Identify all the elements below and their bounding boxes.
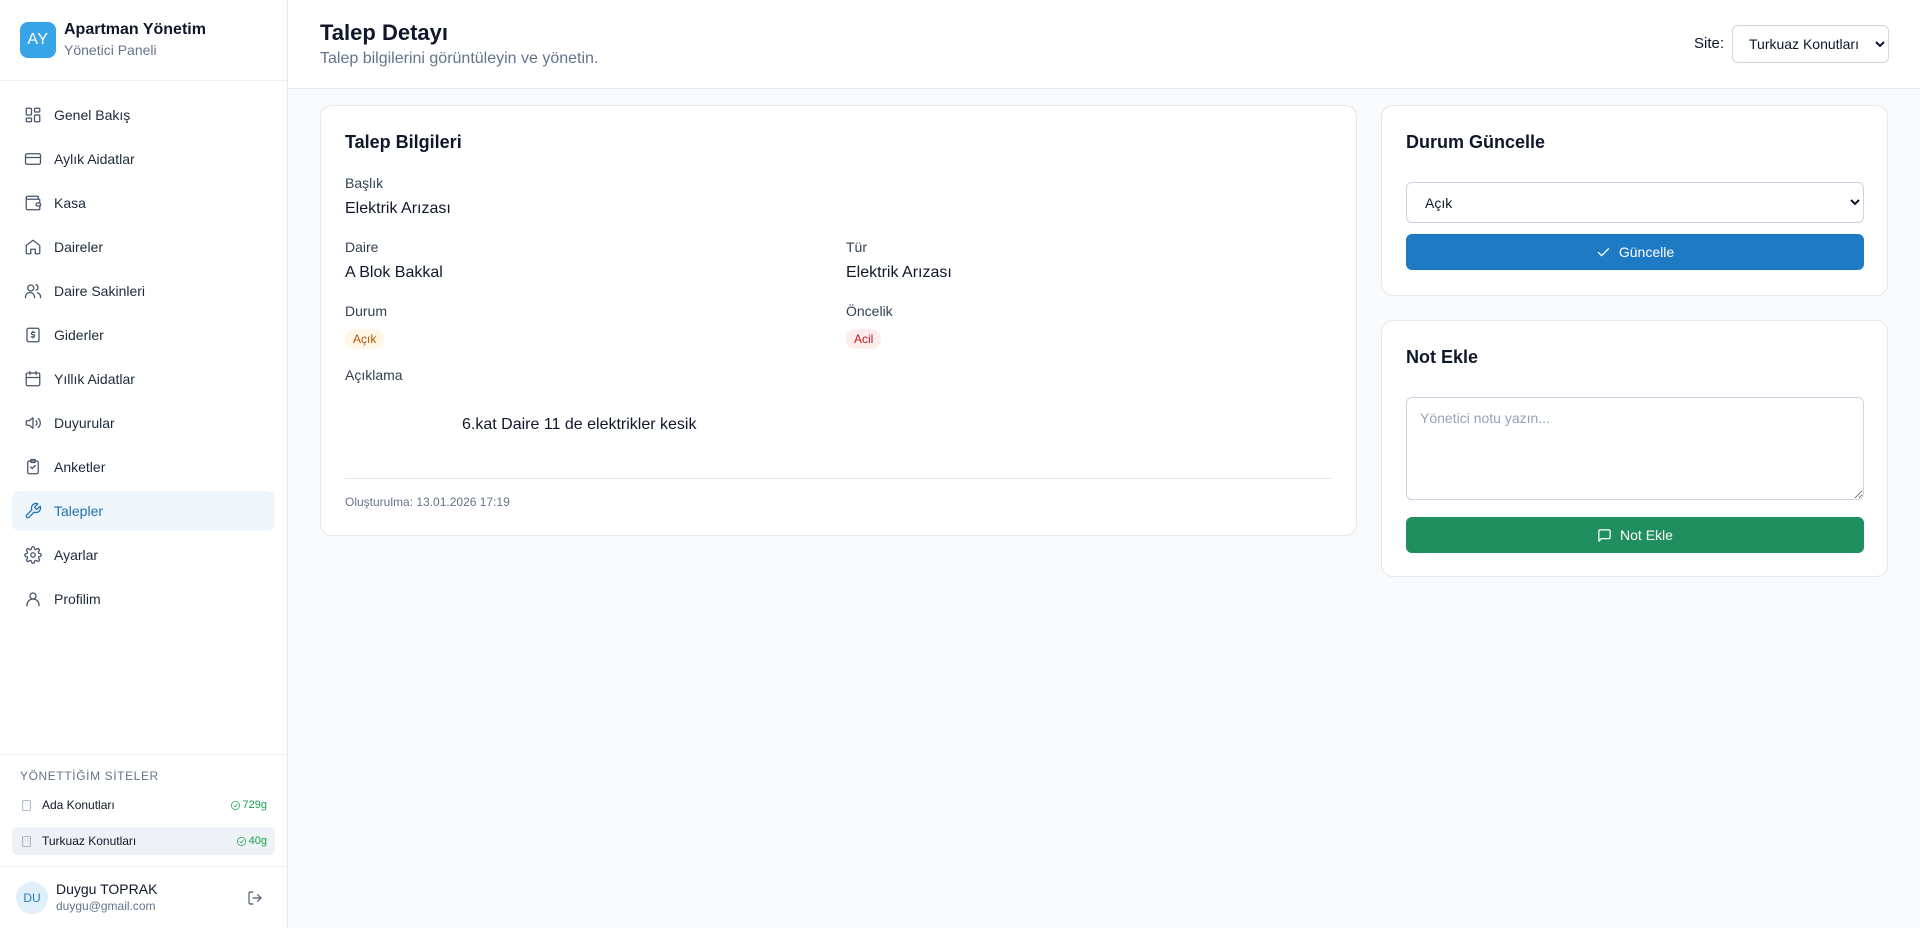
- site-badge: 40g: [236, 835, 267, 847]
- update-button[interactable]: Güncelle: [1406, 234, 1864, 270]
- sidebar-item-label: Anketler: [54, 459, 106, 475]
- sidebar-nav: Genel Bakış Aylık Aidatlar Kasa Daireler…: [12, 95, 275, 623]
- sidebar-item-giderler[interactable]: Giderler: [12, 315, 275, 355]
- field-label-tur: Tür: [846, 239, 867, 255]
- page-header: Talep Detayı Talep bilgilerini görüntüle…: [288, 0, 1920, 89]
- brand-subtitle: Yönetici Paneli: [64, 42, 157, 58]
- sidebar-item-talepler[interactable]: Talepler: [12, 491, 275, 531]
- site-badge-text: 729g: [242, 799, 267, 811]
- add-note-button[interactable]: Not Ekle: [1406, 517, 1864, 553]
- users-icon: [24, 283, 42, 299]
- user-email: duygu@gmail.com: [56, 899, 156, 913]
- check-circle-icon: [230, 800, 240, 810]
- card-title: Talep Bilgileri: [345, 132, 462, 152]
- managed-sites-heading: YÖNETTİĞİM SİTELER: [20, 769, 159, 783]
- user-name: Duygu TOPRAK: [56, 881, 158, 897]
- field-label-daire: Daire: [345, 239, 379, 255]
- card-title: Durum Güncelle: [1406, 132, 1546, 152]
- sidebar-item-yillik-aidatlar[interactable]: Yıllık Aidatlar: [12, 359, 275, 399]
- field-value-aciklama: 6.kat Daire 11 de elektrikler kesik: [462, 416, 697, 433]
- brand: AY Apartman Yönetim Yönetici Paneli: [0, 0, 287, 81]
- status-select[interactable]: Açık: [1406, 182, 1864, 223]
- site-selector-label: Site:: [1694, 35, 1725, 52]
- sidebar-item-label: Aylık Aidatlar: [54, 151, 135, 167]
- brand-text: Apartman Yönetim Yönetici Paneli: [64, 20, 206, 60]
- divider: [345, 478, 1332, 479]
- building-icon: [22, 835, 31, 847]
- sidebar-item-ayarlar[interactable]: Ayarlar: [12, 535, 275, 575]
- credit-card-icon: [24, 153, 42, 165]
- sidebar-item-anketler[interactable]: Anketler: [12, 447, 275, 487]
- site-item-turkuaz[interactable]: Turkuaz Konutları 40g: [12, 827, 275, 855]
- sidebar-item-label: Kasa: [54, 195, 86, 211]
- dashboard-icon: [25, 107, 41, 123]
- user-info: Duygu TOPRAK duygu@gmail.com: [56, 881, 241, 914]
- sidebar-item-label: Giderler: [54, 327, 104, 343]
- created-timestamp: Oluşturulma: 13.01.2026 17:19: [345, 495, 510, 509]
- check-icon: [1597, 247, 1609, 256]
- sidebar-item-daire-sakinleri[interactable]: Daire Sakinleri: [12, 271, 275, 311]
- site-badge-text: 40g: [248, 835, 267, 847]
- sidebar-item-kasa[interactable]: Kasa: [12, 183, 275, 223]
- site-item-ada[interactable]: Ada Konutları 729g: [12, 791, 275, 819]
- field-value-daire: A Blok Bakkal: [345, 264, 443, 281]
- building-icon: [22, 799, 31, 811]
- site-selector[interactable]: Turkuaz Konutları: [1732, 25, 1889, 63]
- gear-icon: [24, 546, 42, 564]
- request-info-card: Talep Bilgileri Başlık Elektrik Arızası …: [320, 105, 1357, 536]
- home-icon: [25, 239, 41, 255]
- status-update-card: Durum Güncelle Açık Güncelle: [1381, 105, 1888, 296]
- field-label-durum: Durum: [345, 303, 388, 319]
- wrench-icon: [25, 502, 42, 519]
- add-note-button-label: Not Ekle: [1620, 527, 1673, 543]
- sidebar-item-aylik-aidatlar[interactable]: Aylık Aidatlar: [12, 139, 275, 179]
- user-panel: DU Duygu TOPRAK duygu@gmail.com: [0, 866, 287, 928]
- sidebar-item-label: Daireler: [54, 239, 104, 255]
- sidebar-item-label: Profilim: [54, 591, 101, 607]
- logout-icon: [248, 890, 262, 905]
- sidebar-item-label: Genel Bakış: [54, 107, 131, 123]
- field-label-oncelik: Öncelik: [846, 303, 893, 319]
- calendar-icon: [25, 370, 41, 387]
- field-label-baslik: Başlık: [345, 175, 384, 191]
- status-badge: Açık: [345, 329, 385, 349]
- logout-button[interactable]: [241, 884, 269, 912]
- sidebar-item-label: Ayarlar: [54, 547, 99, 563]
- sidebar-item-label: Daire Sakinleri: [54, 283, 146, 299]
- clipboard-icon: [27, 458, 39, 475]
- receipt-icon: [26, 327, 40, 343]
- page-subtitle: Talep bilgilerini görüntüleyin ve yöneti…: [320, 50, 599, 67]
- check-circle-icon: [236, 836, 246, 846]
- card-title: Not Ekle: [1406, 347, 1479, 367]
- field-value-baslik: Elektrik Arızası: [345, 200, 451, 217]
- brand-logo: AY: [20, 22, 56, 58]
- add-note-card: Not Ekle Not Ekle: [1381, 320, 1888, 577]
- update-button-label: Güncelle: [1618, 244, 1675, 260]
- note-textarea[interactable]: [1406, 397, 1864, 500]
- sidebar-item-label: Yıllık Aidatlar: [54, 371, 135, 387]
- field-value-tur: Elektrik Arızası: [846, 264, 952, 281]
- site-badge: 729g: [230, 799, 267, 811]
- sidebar-item-label: Duyurular: [54, 415, 115, 431]
- megaphone-icon: [25, 417, 41, 429]
- sidebar-item-daireler[interactable]: Daireler: [12, 227, 275, 267]
- sidebar-item-profilim[interactable]: Profilim: [12, 579, 275, 619]
- site-name: Ada Konutları: [42, 798, 115, 812]
- field-label-aciklama: Açıklama: [345, 367, 403, 383]
- sidebar-item-duyurular[interactable]: Duyurular: [12, 403, 275, 443]
- message-icon: [1598, 528, 1611, 542]
- wallet-icon: [25, 195, 42, 211]
- sidebar-item-genel-bakis[interactable]: Genel Bakış: [12, 95, 275, 135]
- sidebar-item-label: Talepler: [54, 503, 104, 519]
- user-icon: [26, 592, 40, 607]
- priority-badge: Acil: [846, 329, 882, 349]
- sidebar: AY Apartman Yönetim Yönetici Paneli Gene…: [0, 0, 288, 928]
- brand-title: Apartman Yönetim: [64, 21, 206, 38]
- page-title: Talep Detayı: [320, 20, 448, 45]
- managed-sites: YÖNETTİĞİM SİTELER Ada Konutları 729g Tu…: [0, 754, 287, 863]
- site-name: Turkuaz Konutları: [42, 834, 137, 848]
- avatar: DU: [16, 881, 48, 914]
